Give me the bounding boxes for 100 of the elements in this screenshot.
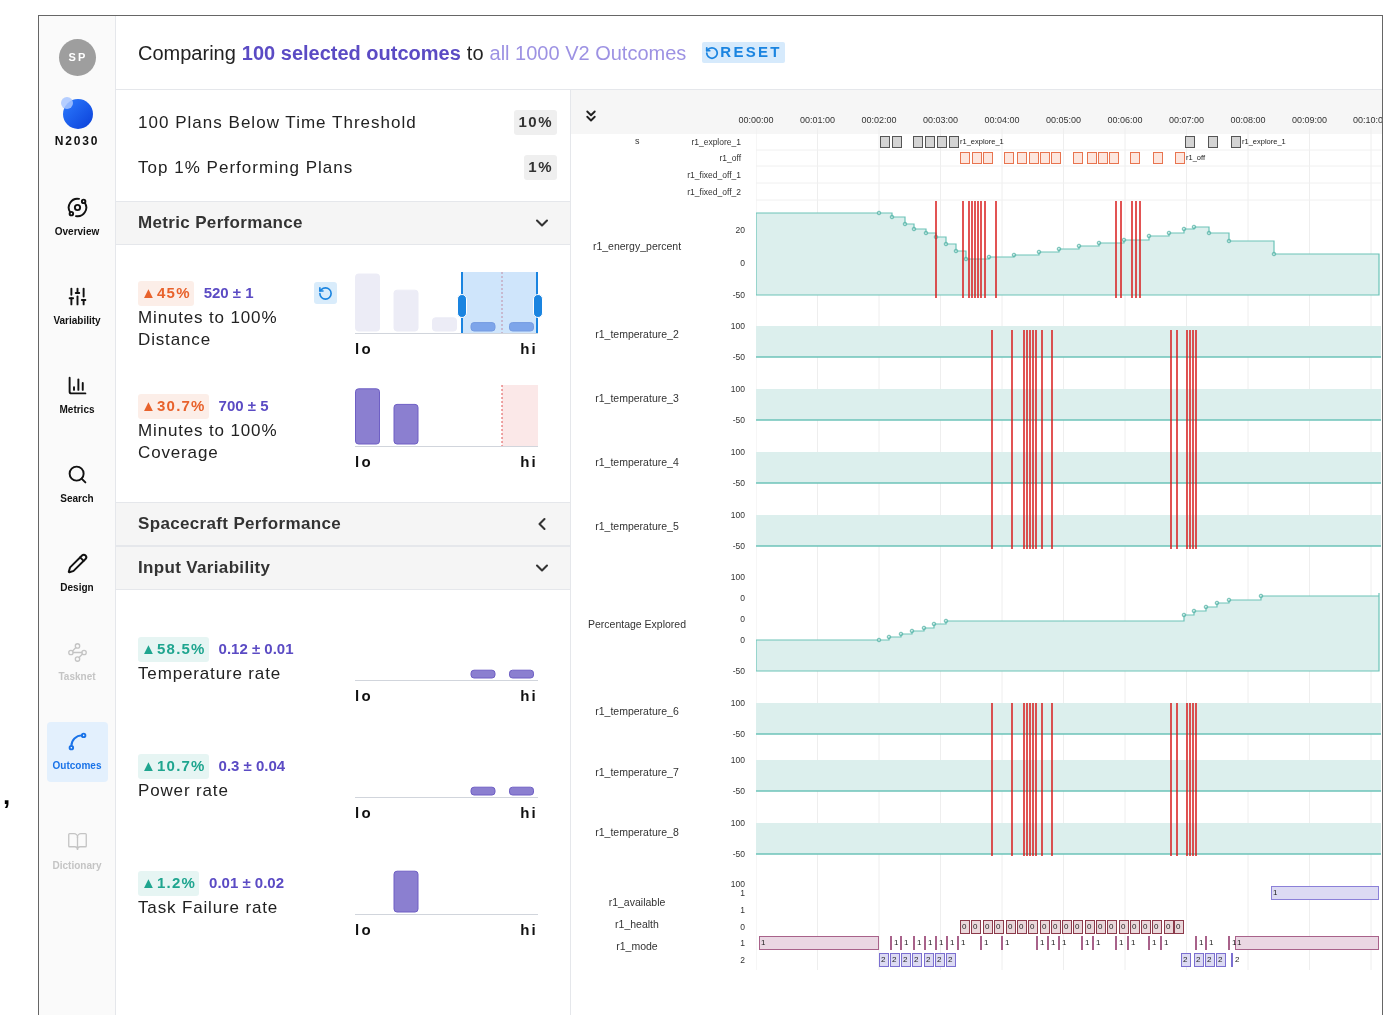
state-box[interactable]: 0 [994, 920, 1004, 934]
state-box[interactable]: 2 [935, 953, 945, 967]
section-header[interactable]: Input Variability [116, 546, 570, 590]
histogram-bar [393, 870, 419, 913]
event-marker[interactable] [949, 136, 959, 148]
state-box[interactable]: 0 [1006, 920, 1016, 934]
event-marker[interactable] [1051, 152, 1061, 164]
state-span[interactable]: 1 [1271, 886, 1379, 900]
event-marker[interactable] [1109, 152, 1119, 164]
event-marker[interactable] [913, 136, 923, 148]
state-box[interactable]: 2 [1194, 953, 1204, 967]
time-tick: 00:05:00 [1046, 114, 1081, 127]
state-box[interactable]: 0 [1130, 920, 1140, 934]
state-box[interactable]: 2 [879, 953, 889, 967]
state-tick: 1 [980, 936, 989, 950]
stray-mark: , [3, 779, 11, 812]
event-marker[interactable] [1029, 152, 1039, 164]
event-marker[interactable] [892, 136, 902, 148]
event-marker[interactable] [983, 152, 993, 164]
state-box[interactable]: 2 [901, 953, 911, 967]
state-box[interactable]: 0 [1152, 920, 1162, 934]
state-box[interactable]: 0 [1174, 920, 1184, 934]
state-box[interactable]: 0 [1119, 920, 1129, 934]
event-marker[interactable] [972, 152, 982, 164]
state-box[interactable]: 0 [1051, 920, 1061, 934]
state-box[interactable]: 0 [1085, 920, 1095, 934]
nav-item[interactable]: Metrics [46, 366, 108, 426]
range-selection[interactable] [461, 272, 538, 333]
state-box[interactable]: 2 [912, 953, 922, 967]
event-marker[interactable] [880, 136, 890, 148]
state-box[interactable]: 0 [1096, 920, 1106, 934]
state-box[interactable]: 0 [1107, 920, 1117, 934]
axis-label: hi [520, 452, 538, 472]
state-box[interactable]: 0 [1141, 920, 1151, 934]
state-box[interactable]: 2 [1205, 953, 1215, 967]
network-icon [66, 642, 88, 663]
state-box[interactable]: 0 [1062, 920, 1072, 934]
state-box[interactable]: 0 [983, 920, 993, 934]
state-box[interactable]: 0 [1164, 920, 1174, 934]
event-marker[interactable] [1175, 152, 1185, 164]
y-tick: 100 [729, 696, 745, 710]
event-marker[interactable] [1004, 152, 1014, 164]
event-marker[interactable] [1087, 152, 1097, 164]
state-box[interactable]: 0 [1017, 920, 1027, 934]
nav-item[interactable]: Search [46, 455, 108, 515]
state-box[interactable]: 2 [946, 953, 956, 967]
track-label: r1_temperature_5 [594, 519, 680, 535]
y-tick: -50 [731, 847, 745, 861]
state-box[interactable]: 0 [971, 920, 981, 934]
pencil-icon [66, 553, 88, 574]
track-label: r1_temperature_7 [594, 765, 680, 781]
nav-item[interactable]: Overview [46, 188, 108, 248]
track-label: r1_temperature_3 [594, 391, 680, 407]
section-header[interactable]: Metric Performance [116, 201, 570, 245]
state-box[interactable]: 2 [1181, 953, 1191, 967]
state-box[interactable]: 2 [890, 953, 900, 967]
nav-item[interactable]: Variability [46, 277, 108, 337]
section-header[interactable]: Spacecraft Performance [116, 502, 570, 546]
range-handle[interactable] [533, 294, 543, 318]
state-box[interactable]: 0 [1073, 920, 1083, 934]
search-icon [66, 464, 88, 485]
state-box[interactable]: 2 [1216, 953, 1226, 967]
metric-value: 0.3 ± 0.04 [218, 756, 286, 776]
range-handle[interactable] [457, 294, 467, 318]
histogram-bar [355, 273, 380, 332]
header-text: Comparing [138, 40, 236, 66]
event-marker[interactable] [925, 136, 935, 148]
state-span[interactable]: 1 [1235, 936, 1379, 950]
state-box[interactable]: 0 [960, 920, 970, 934]
event-marker[interactable] [960, 152, 970, 164]
state-tick: 1 [890, 936, 899, 950]
y-tick: 1 [739, 887, 745, 900]
state-tick: 1 [1205, 936, 1214, 950]
event-marker[interactable] [1098, 152, 1108, 164]
event-marker[interactable] [1040, 152, 1050, 164]
event-marker[interactable] [1073, 152, 1083, 164]
y-tick: 100 [729, 816, 745, 830]
event-marker[interactable] [1231, 136, 1241, 148]
axis-label: hi [520, 686, 538, 706]
axis-label: lo [355, 686, 373, 706]
state-tick: 1 [900, 936, 909, 950]
state-box[interactable]: 0 [1028, 920, 1038, 934]
event-marker[interactable] [1185, 136, 1195, 148]
y-tick: 1 [739, 903, 745, 917]
reset-button[interactable] [314, 282, 337, 305]
event-marker[interactable] [937, 136, 947, 148]
nav-item[interactable]: Outcomes [46, 722, 108, 782]
time-tick: 00:10:0 [1353, 114, 1382, 127]
event-marker[interactable] [1208, 136, 1218, 148]
state-box[interactable]: 2 [924, 953, 934, 967]
state-span[interactable]: 1 [759, 936, 879, 950]
state-box[interactable]: 0 [1040, 920, 1050, 934]
state-tick: 1 [1092, 936, 1101, 950]
event-marker[interactable] [1017, 152, 1027, 164]
state-tick: 1 [1036, 936, 1045, 950]
event-marker[interactable] [1153, 152, 1163, 164]
nav-item[interactable]: Design [46, 544, 108, 604]
y-tick: 2 [739, 953, 745, 967]
event-marker[interactable] [1130, 152, 1140, 164]
state-tick: 1 [1127, 936, 1136, 950]
